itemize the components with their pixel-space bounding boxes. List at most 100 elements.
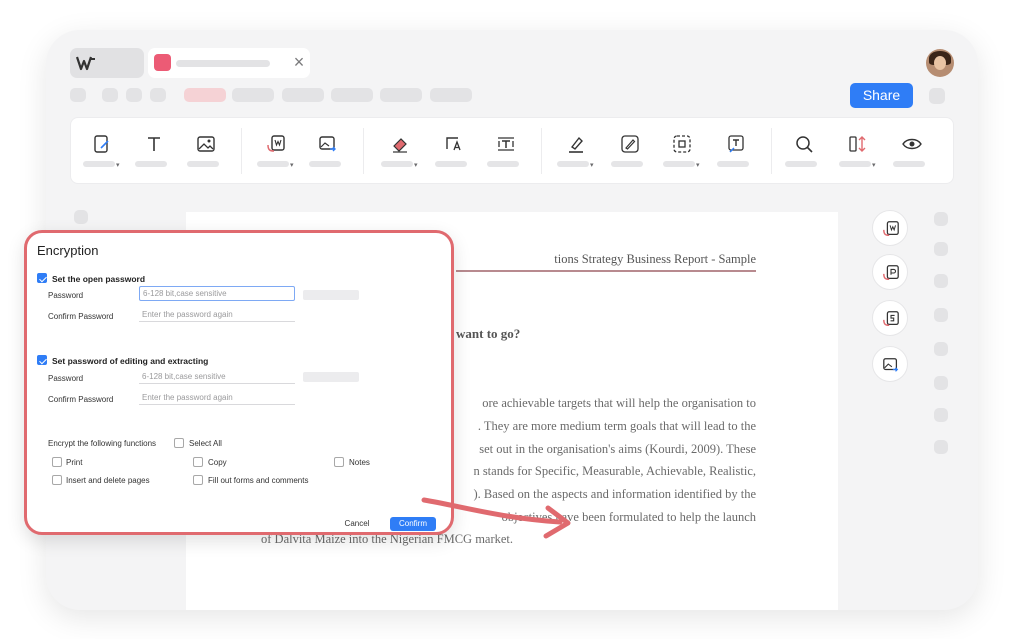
tool-label: [839, 161, 871, 167]
dialog-title: Encryption: [37, 243, 99, 258]
ocr-text-tool[interactable]: [487, 130, 523, 174]
right-sidebar-button[interactable]: [934, 342, 948, 356]
tool-label: [663, 161, 695, 167]
open-password-label: Set the open password: [52, 274, 146, 284]
pdf-to-ppt-button[interactable]: [872, 254, 908, 290]
chevron-down-icon: ▾: [414, 162, 418, 169]
password-label: Password: [48, 374, 84, 383]
menu-item[interactable]: [430, 88, 472, 102]
pdf-to-image-icon: [319, 136, 336, 152]
pdf-to-image-tool[interactable]: [309, 130, 345, 174]
search-icon: [796, 136, 813, 153]
right-sidebar-button[interactable]: [934, 408, 948, 422]
area-select-icon: [673, 135, 691, 153]
tool-label: [257, 161, 289, 167]
menu-item[interactable]: [150, 88, 166, 102]
right-sidebar-button[interactable]: [934, 376, 948, 390]
document-tab[interactable]: ×: [148, 48, 310, 78]
insert-delete-pages-checkbox[interactable]: [52, 475, 62, 485]
stage: × Share ▾ ▾ ▾ ▾ ▾ ▾ tions Strategy Busin…: [0, 0, 1024, 639]
tool-label: [785, 161, 817, 167]
more-menu-button[interactable]: [929, 88, 945, 104]
menu-item-active[interactable]: [184, 88, 226, 102]
text-box-tool[interactable]: [435, 130, 471, 174]
menu-item[interactable]: [102, 88, 118, 102]
extract-text-tool[interactable]: [717, 130, 753, 174]
menu-item[interactable]: [70, 88, 86, 102]
edit-password-input[interactable]: [139, 369, 295, 384]
confirm-password-label: Confirm Password: [48, 312, 114, 321]
cancel-button[interactable]: Cancel: [337, 517, 377, 531]
pdf-to-word-tool[interactable]: ▾: [257, 130, 294, 174]
view-tool[interactable]: [893, 130, 929, 174]
edit-confirm-password-input[interactable]: [139, 390, 295, 405]
confirm-password-label: Confirm Password: [48, 395, 114, 404]
menu-item[interactable]: [331, 88, 373, 102]
right-sidebar-button[interactable]: [934, 274, 948, 288]
signature-icon: [621, 135, 639, 153]
encrypt-functions-label: Encrypt the following functions: [48, 439, 157, 448]
tool-label: [83, 161, 115, 167]
document-line: n stands for Specific, Measurable, Achie…: [473, 464, 756, 478]
text-icon: [148, 137, 160, 151]
edit-password-label: Set password of editing and extracting: [52, 356, 209, 366]
pdf-file-icon: [154, 54, 171, 71]
edit-tool[interactable]: ▾: [83, 130, 120, 174]
compare-tool[interactable]: ▾: [839, 130, 876, 174]
pdf-to-word-button[interactable]: [872, 210, 908, 246]
pdf-to-excel-button[interactable]: [872, 300, 908, 336]
edit-password-checkbox[interactable]: [37, 355, 47, 365]
right-sidebar-button[interactable]: [934, 440, 948, 454]
tool-label: [611, 161, 643, 167]
notes-label: Notes: [349, 458, 370, 467]
fill-forms-checkbox[interactable]: [193, 475, 203, 485]
open-password-checkbox[interactable]: [37, 273, 47, 283]
text-tool[interactable]: [135, 130, 171, 174]
menu-item[interactable]: [380, 88, 422, 102]
select-all-checkbox[interactable]: [174, 438, 184, 448]
right-sidebar-button[interactable]: [934, 308, 948, 322]
left-rail-button[interactable]: [74, 210, 88, 224]
encryption-dialog: Encryption Set the open password Passwor…: [24, 230, 454, 535]
close-tab-icon[interactable]: ×: [290, 53, 308, 71]
area-select-tool[interactable]: ▾: [663, 130, 700, 174]
menu-item[interactable]: [126, 88, 142, 102]
right-sidebar-button[interactable]: [934, 212, 948, 226]
print-label: Print: [66, 458, 83, 467]
toolbar-divider: [363, 128, 364, 174]
document-line: . They are more medium term goals that w…: [477, 419, 756, 433]
eraser-tool[interactable]: ▾: [381, 130, 418, 174]
app-home-tab[interactable]: [70, 48, 144, 78]
copy-checkbox[interactable]: [193, 457, 203, 467]
open-password-input[interactable]: [139, 286, 295, 301]
tool-label: [135, 161, 167, 167]
image-tool[interactable]: [187, 130, 223, 174]
notes-checkbox[interactable]: [334, 457, 344, 467]
highlighter-icon: [569, 136, 583, 153]
share-button[interactable]: Share: [850, 83, 913, 108]
document-line: set out in the organisation's aims (Kour…: [479, 442, 756, 456]
signature-tool[interactable]: [611, 130, 647, 174]
print-checkbox[interactable]: [52, 457, 62, 467]
search-tool[interactable]: [785, 130, 821, 174]
tool-label: [187, 161, 219, 167]
menu-item[interactable]: [232, 88, 274, 102]
tab-title-placeholder: [176, 60, 270, 67]
extract-text-icon: [728, 135, 744, 153]
highlight-tool[interactable]: ▾: [557, 130, 594, 174]
open-confirm-password-input[interactable]: [139, 307, 295, 322]
toolbar-divider: [771, 128, 772, 174]
tool-label: [309, 161, 341, 167]
toolbar-divider: [241, 128, 242, 174]
copy-label: Copy: [208, 458, 227, 467]
toolbar-divider: [541, 128, 542, 174]
pdf-to-image-button[interactable]: [872, 346, 908, 382]
fill-forms-label: Fill out forms and comments: [208, 476, 309, 485]
pdf-to-ppt-icon: [883, 265, 899, 281]
avatar[interactable]: [926, 49, 954, 77]
header-rule: [456, 270, 756, 272]
avatar-face: [934, 56, 946, 70]
menu-item[interactable]: [282, 88, 324, 102]
eraser-icon: [393, 138, 407, 153]
right-sidebar-button[interactable]: [934, 242, 948, 256]
